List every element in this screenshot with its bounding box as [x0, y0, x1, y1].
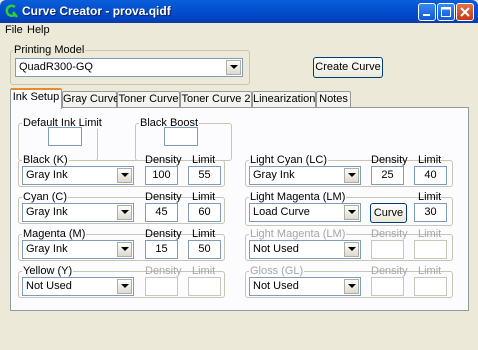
- minimize-icon: [423, 14, 430, 16]
- light-magenta-2-limit-input: [414, 240, 447, 259]
- cyan-limit-label: Limit: [192, 191, 216, 203]
- light-magenta-limit-label: Limit: [418, 191, 442, 203]
- light-magenta-curve-button[interactable]: Curve: [370, 203, 407, 223]
- yellow-mode-dropdown-arrow[interactable]: [117, 279, 132, 294]
- chevron-down-icon: [121, 173, 129, 177]
- chevron-down-icon: [230, 65, 238, 69]
- menu-help[interactable]: Help: [27, 24, 50, 36]
- close-button[interactable]: [456, 3, 474, 21]
- menu-file[interactable]: File: [5, 24, 23, 36]
- tab-toner-curve-2[interactable]: Toner Curve 2: [180, 91, 252, 108]
- yellow-limit-label: Limit: [192, 265, 216, 277]
- yellow-mode-value: Not Used: [26, 280, 72, 292]
- black-label: Black (K): [22, 154, 69, 166]
- gloss-mode-dropdown-arrow[interactable]: [344, 279, 359, 294]
- gloss-density-input: [371, 277, 404, 296]
- cyan-mode-dropdown-arrow[interactable]: [117, 205, 132, 220]
- tab-gray-curve[interactable]: Gray Curve: [62, 91, 119, 108]
- light-magenta-2-label: Light Magenta (LM): [249, 228, 347, 240]
- yellow-mode-select[interactable]: Not Used: [22, 277, 134, 296]
- close-icon: [460, 7, 470, 17]
- light-magenta-2-mode-dropdown-arrow[interactable]: [344, 242, 359, 257]
- gloss-density-label: Density: [371, 265, 408, 277]
- chevron-down-icon: [348, 284, 356, 288]
- create-curve-button[interactable]: Create Curve: [313, 57, 383, 78]
- chevron-down-icon: [121, 210, 129, 214]
- magenta-mode-select[interactable]: Gray Ink: [22, 240, 134, 259]
- cyan-mode-select[interactable]: Gray Ink: [22, 203, 134, 222]
- default-ink-limit-input[interactable]: [48, 127, 82, 146]
- light-magenta-mode-value: Load Curve: [253, 206, 310, 218]
- tab-linearization[interactable]: Linearization: [252, 91, 316, 108]
- light-cyan-limit-input[interactable]: 40: [414, 166, 447, 185]
- magenta-mode-value: Gray Ink: [26, 243, 68, 255]
- maximize-button[interactable]: [437, 3, 455, 21]
- light-cyan-mode-value: Gray Ink: [253, 169, 295, 181]
- tab-toner-curve[interactable]: Toner Curve: [117, 91, 180, 108]
- black-mode-dropdown-arrow[interactable]: [117, 168, 132, 183]
- chevron-down-icon: [121, 247, 129, 251]
- magenta-density-input[interactable]: 15: [145, 240, 178, 259]
- maximize-icon: [441, 7, 451, 17]
- black-mode-select[interactable]: Gray Ink: [22, 166, 134, 185]
- black-boost-input[interactable]: [164, 127, 198, 146]
- magenta-label: Magenta (M): [22, 228, 87, 240]
- light-cyan-label: Light Cyan (LC): [249, 154, 329, 166]
- light-magenta-label: Light Magenta (LM): [249, 191, 347, 203]
- chevron-down-icon: [348, 247, 356, 251]
- light-cyan-mode-select[interactable]: Gray Ink: [249, 166, 361, 185]
- black-density-input[interactable]: 100: [145, 166, 178, 185]
- cyan-mode-value: Gray Ink: [26, 206, 68, 218]
- printing-model-select[interactable]: QuadR300-GQ: [15, 58, 243, 77]
- cyan-density-input[interactable]: 45: [145, 203, 178, 222]
- chevron-down-icon: [121, 284, 129, 288]
- cyan-density-label: Density: [145, 191, 182, 203]
- yellow-limit-input: [188, 277, 221, 296]
- gloss-mode-value: Not Used: [253, 280, 299, 292]
- black-limit-label: Limit: [192, 154, 216, 166]
- yellow-density-input: [145, 277, 178, 296]
- window-title: Curve Creator - prova.qidf: [22, 4, 171, 18]
- light-magenta-2-mode-value: Not Used: [253, 243, 299, 255]
- light-cyan-density-input[interactable]: 25: [371, 166, 404, 185]
- minimize-button[interactable]: [418, 3, 436, 21]
- light-magenta-limit-input[interactable]: 30: [414, 203, 447, 222]
- chevron-down-icon: [348, 173, 356, 177]
- yellow-label: Yellow (Y): [22, 265, 74, 277]
- magenta-limit-input[interactable]: 50: [188, 240, 221, 259]
- light-cyan-density-label: Density: [371, 154, 408, 166]
- menu-bar: File Help: [0, 23, 478, 38]
- magenta-limit-label: Limit: [192, 228, 216, 240]
- gloss-limit-input: [414, 277, 447, 296]
- gloss-limit-label: Limit: [418, 265, 442, 277]
- gloss-mode-select[interactable]: Not Used: [249, 277, 361, 296]
- black-density-label: Density: [145, 154, 182, 166]
- black-limit-input[interactable]: 55: [188, 166, 221, 185]
- cyan-limit-input[interactable]: 60: [188, 203, 221, 222]
- light-cyan-limit-label: Limit: [418, 154, 442, 166]
- cyan-label: Cyan (C): [22, 191, 69, 203]
- printing-model-label: Printing Model: [13, 44, 86, 56]
- tab-notes[interactable]: Notes: [316, 91, 351, 108]
- tab-ink-setup[interactable]: Ink Setup: [10, 88, 62, 109]
- printing-model-value: QuadR300-GQ: [19, 61, 93, 73]
- light-magenta-2-limit-label: Limit: [418, 228, 442, 240]
- light-cyan-mode-dropdown-arrow[interactable]: [344, 168, 359, 183]
- light-magenta-2-density-label: Density: [371, 228, 408, 240]
- light-magenta-mode-select[interactable]: Load Curve: [249, 203, 361, 222]
- magenta-density-label: Density: [145, 228, 182, 240]
- chevron-down-icon: [348, 210, 356, 214]
- light-magenta-2-density-input: [371, 240, 404, 259]
- light-magenta-2-mode-select[interactable]: Not Used: [249, 240, 361, 259]
- black-mode-value: Gray Ink: [26, 169, 68, 181]
- app-icon: [5, 4, 18, 18]
- yellow-density-label: Density: [145, 265, 182, 277]
- magenta-mode-dropdown-arrow[interactable]: [117, 242, 132, 257]
- printing-model-dropdown-arrow[interactable]: [226, 60, 241, 75]
- title-bar: Curve Creator - prova.qidf: [0, 0, 478, 23]
- gloss-label: Gloss (GL): [249, 265, 305, 277]
- light-magenta-mode-dropdown-arrow[interactable]: [344, 205, 359, 220]
